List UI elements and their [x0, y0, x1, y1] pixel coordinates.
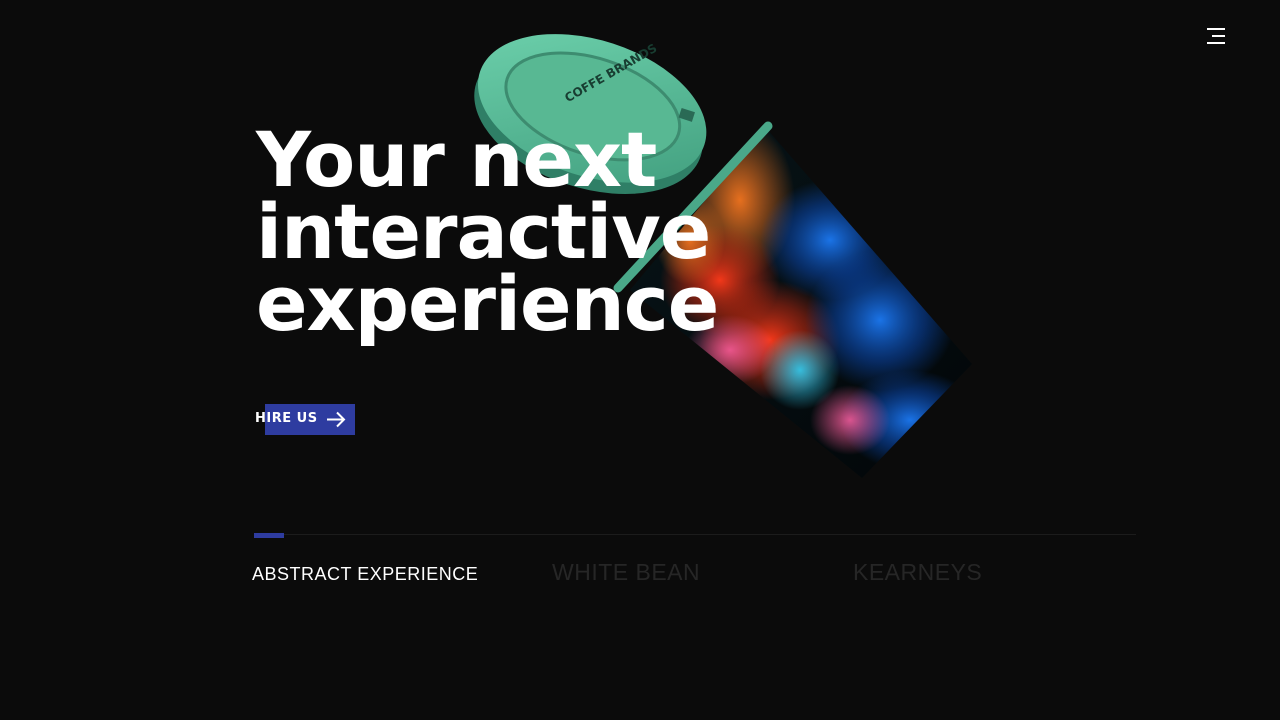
hire-us-label: HIRE US — [255, 411, 318, 426]
headline-line: experience — [256, 259, 719, 348]
slider-tab-kearneys[interactable]: KEARNEYS — [853, 559, 982, 586]
arrow-right-icon — [327, 411, 346, 428]
headline-line: Your next — [256, 115, 657, 204]
slider-tab-white-bean[interactable]: WHITE BEAN — [552, 559, 700, 586]
hire-us-button[interactable]: HIRE US — [254, 404, 364, 435]
menu-line — [1207, 42, 1225, 44]
page: COFFE BRANDS Your next interactive exper… — [0, 0, 1280, 720]
menu-button[interactable] — [1200, 22, 1230, 50]
slider-progress-indicator — [254, 533, 284, 538]
headline-line: interactive — [256, 187, 711, 276]
menu-line — [1212, 35, 1225, 37]
slider-tab-abstract-experience[interactable]: ABSTRACT EXPERIENCE — [252, 564, 478, 585]
slider-divider — [254, 534, 1136, 535]
hero-headline: Your next interactive experience — [256, 115, 776, 348]
menu-line — [1207, 28, 1225, 30]
